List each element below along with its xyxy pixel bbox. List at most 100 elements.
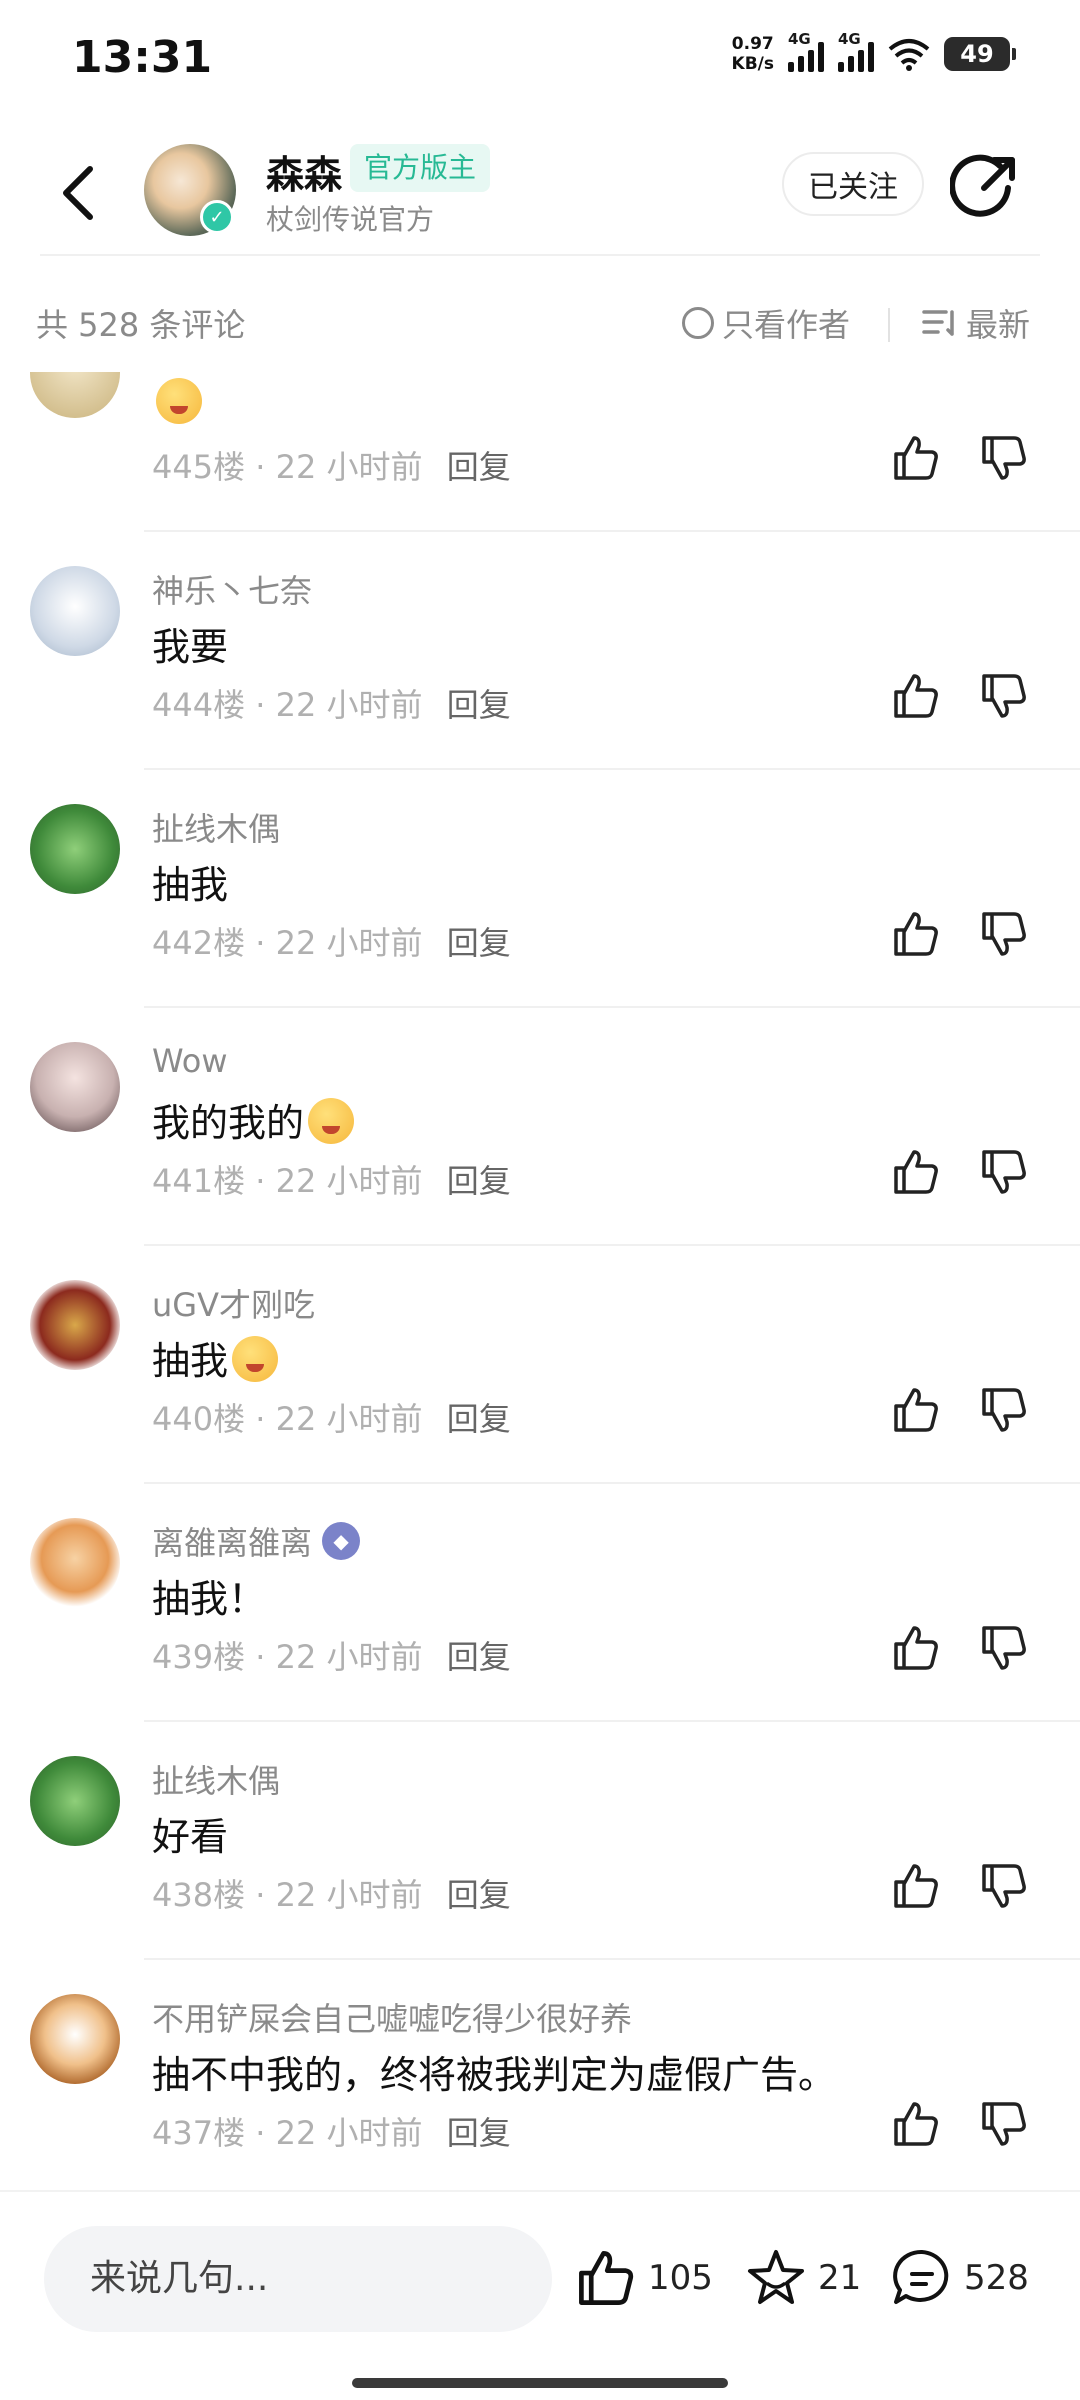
comment-meta: 442楼 · 22 小时前 回复	[152, 924, 511, 962]
commenter-name[interactable]: 扯线木偶	[152, 1756, 280, 1802]
thumbs-up-icon[interactable]	[890, 1622, 942, 1674]
comment-meta: 437楼 · 22 小时前 回复	[152, 2114, 511, 2152]
follow-button[interactable]: 已关注	[782, 152, 924, 216]
home-indicator[interactable]	[352, 2378, 728, 2388]
comment-total: 528	[964, 2258, 1029, 2298]
chevron-left-icon	[63, 166, 93, 220]
comment-input[interactable]: 来说几句...	[44, 2226, 552, 2332]
author-subtitle: 杖剑传说官方	[266, 203, 435, 236]
thumbs-up-icon[interactable]	[890, 908, 942, 960]
comment-bubble-icon	[893, 2249, 949, 2304]
share-icon	[949, 154, 1015, 217]
thumbs-up-icon[interactable]	[890, 1146, 942, 1198]
commenter-avatar[interactable]	[30, 1994, 120, 2084]
like-count: 105	[648, 2258, 713, 2298]
comment-action[interactable]: 528	[890, 2236, 1029, 2320]
comment-meta: 438楼 · 22 小时前 回复	[152, 1876, 511, 1914]
radio-circle-icon	[682, 307, 714, 339]
comment-meta: 441楼 · 22 小时前 回复	[152, 1162, 511, 1200]
commenter-avatar[interactable]	[30, 1042, 120, 1132]
reply-button[interactable]: 回复	[447, 2114, 511, 2152]
commenter-name[interactable]: Wow	[152, 1042, 228, 1080]
only-author-label: 只看作者	[722, 306, 851, 344]
comment-item: 离雒离雒离 ◆ 抽我！ 439楼 · 22 小时前 回复	[0, 1484, 1080, 1722]
comment-meta: 444楼 · 22 小时前 回复	[152, 686, 511, 724]
reply-button[interactable]: 回复	[447, 1400, 511, 1438]
thumbs-up-icon[interactable]	[890, 2098, 942, 2150]
thumbs-down-icon[interactable]	[978, 1384, 1030, 1436]
commenter-avatar[interactable]	[30, 1518, 120, 1608]
thumbs-down-icon[interactable]	[978, 670, 1030, 722]
commenter-avatar[interactable]	[30, 372, 120, 418]
comment-text: 抽不中我的，终将被我判定为虚假广告。	[152, 2053, 837, 2097]
comment-item: 445楼 · 22 小时前 回复	[0, 372, 1080, 532]
thumbs-down-icon[interactable]	[978, 908, 1030, 960]
only-author-toggle[interactable]: 只看作者	[682, 300, 850, 346]
role-badge: 官方版主	[350, 144, 491, 192]
thumbs-up-icon[interactable]	[890, 670, 942, 722]
signal-2-icon: 4G	[838, 30, 874, 72]
comment-item: 神乐丶七奈 我要 444楼 · 22 小时前 回复	[0, 532, 1080, 770]
status-time: 13:31	[72, 32, 213, 83]
commenter-avatar[interactable]	[30, 1756, 120, 1846]
reply-button[interactable]: 回复	[447, 924, 511, 962]
thumbs-up-icon[interactable]	[890, 1384, 942, 1436]
thumbs-down-icon[interactable]	[978, 1146, 1030, 1198]
commenter-name[interactable]: uGV才刚吃	[152, 1280, 315, 1326]
comment-toolbar: 共 528 条评论 只看作者 最新	[0, 282, 1080, 362]
favorite-count: 21	[818, 2258, 862, 2298]
comment-text	[152, 378, 202, 425]
author-name[interactable]: 森森	[266, 144, 342, 199]
battery-icon: 49	[944, 37, 1016, 71]
thumbs-up-icon	[579, 2251, 634, 2305]
thumbs-up-icon[interactable]	[890, 1860, 942, 1912]
reply-button[interactable]: 回复	[447, 1638, 511, 1676]
commenter-name[interactable]: 离雒离雒离 ◆	[152, 1518, 361, 1564]
thumbs-down-icon[interactable]	[978, 1622, 1030, 1674]
back-button[interactable]	[48, 158, 108, 228]
comment-text: 好看	[152, 1815, 229, 1859]
star-icon	[748, 2250, 804, 2304]
comment-item: Wow 我的我的 441楼 · 22 小时前 回复	[0, 1008, 1080, 1246]
gamepad-icon: ◆	[322, 1522, 361, 1560]
share-button[interactable]	[949, 152, 1020, 222]
sort-button[interactable]: 最新	[922, 300, 1030, 346]
comment-meta: 439楼 · 22 小时前 回复	[152, 1638, 511, 1676]
commenter-avatar[interactable]	[30, 804, 120, 894]
comment-item: 扯线木偶 好看 438楼 · 22 小时前 回复	[0, 1722, 1080, 1960]
comment-item: 不用铲屎会自己嘘嘘吃得少很好养 抽不中我的，终将被我判定为虚假广告。 437楼 …	[0, 1960, 1080, 2190]
comment-item: uGV才刚吃 抽我 440楼 · 22 小时前 回复	[0, 1246, 1080, 1484]
commenter-avatar[interactable]	[30, 1280, 120, 1370]
comment-text: 抽我	[152, 1330, 279, 1385]
commenter-name[interactable]: 不用铲屎会自己嘘嘘吃得少很好养	[152, 1994, 632, 2040]
comment-count: 共 528 条评论	[36, 306, 246, 344]
emoji-icon	[156, 378, 202, 424]
comment-list: 445楼 · 22 小时前 回复 神乐丶七奈 我要 444楼 · 22 小时前 …	[0, 372, 1080, 2190]
thumbs-up-icon[interactable]	[890, 432, 942, 484]
wifi-icon	[888, 39, 930, 71]
comment-text: 我要	[152, 625, 229, 669]
commenter-avatar[interactable]	[30, 566, 120, 656]
thumbs-down-icon[interactable]	[978, 1860, 1030, 1912]
reply-button[interactable]: 回复	[447, 686, 511, 724]
commenter-name[interactable]: 神乐丶七奈	[152, 566, 312, 612]
thumbs-down-icon[interactable]	[978, 432, 1030, 484]
reply-button[interactable]: 回复	[447, 1162, 511, 1200]
comment-text: 抽我	[152, 863, 229, 907]
emoji-icon	[232, 1336, 279, 1382]
sort-label: 最新	[966, 306, 1031, 344]
comment-meta: 440楼 · 22 小时前 回复	[152, 1400, 511, 1438]
favorite-action[interactable]: 21	[744, 2236, 861, 2320]
like-action[interactable]: 105	[574, 2236, 713, 2320]
comment-meta: 445楼 · 22 小时前 回复	[152, 448, 511, 486]
thumbs-down-icon[interactable]	[978, 2098, 1030, 2150]
reply-button[interactable]: 回复	[447, 448, 511, 486]
status-icons: 0.97 KB/s 4G 4G 49	[732, 30, 1016, 74]
comment-text: 我的我的	[152, 1092, 355, 1147]
header-divider	[40, 254, 1040, 256]
toolbar-separator	[888, 308, 890, 342]
reply-button[interactable]: 回复	[447, 1876, 511, 1914]
verified-icon: ✓	[200, 200, 234, 234]
signal-1-icon: 4G	[788, 30, 824, 72]
commenter-name[interactable]: 扯线木偶	[152, 804, 280, 850]
